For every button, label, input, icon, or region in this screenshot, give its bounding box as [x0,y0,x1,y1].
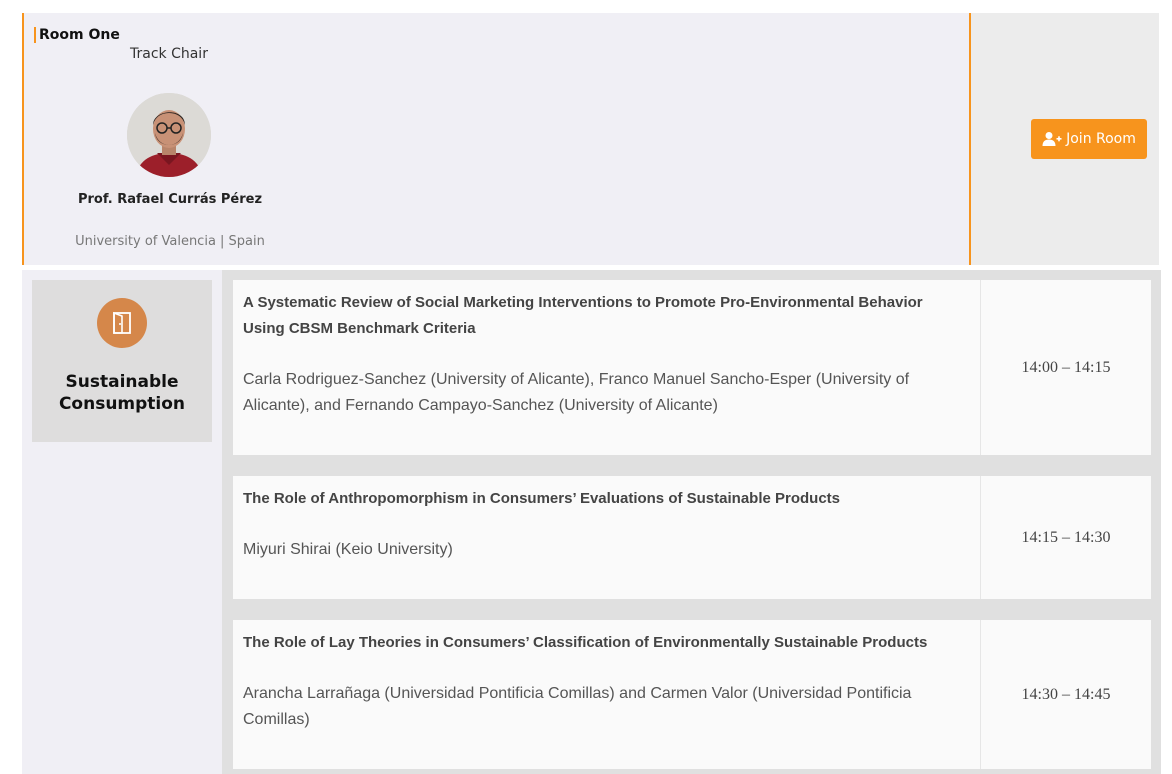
chair-affiliation: University of Valencia | Spain [75,234,265,249]
talk-item: The Role of Anthropomorphism in Consumer… [233,476,1151,599]
talk-time-cell: 14:30 – 14:45 [980,620,1151,769]
talk-item: The Role of Lay Theories in Consumers’ C… [233,620,1151,769]
talk-details: The Role of Anthropomorphism in Consumer… [233,476,979,599]
talk-title: A Systematic Review of Social Marketing … [243,294,923,337]
talk-details: The Role of Lay Theories in Consumers’ C… [233,620,979,769]
room-accent-bar [22,13,24,265]
door-exit-icon [113,311,131,334]
join-room-button[interactable]: Join Room [1031,119,1147,159]
track-chair-label: Track Chair [130,46,208,62]
session-sidebar: Sustainable Consumption [22,270,222,774]
talk-authors: Miyuri Shirai (Keio University) [243,541,453,558]
chair-name: Prof. Rafael Currás Pérez [77,192,263,207]
chair-avatar [127,93,211,177]
talk-time: 14:00 – 14:15 [1021,358,1111,376]
join-room-label: Join Room [1066,131,1136,147]
talk-title: The Role of Anthropomorphism in Consumer… [243,490,841,507]
user-plus-icon [1042,132,1062,146]
track-name: Sustainable Consumption [58,372,186,414]
talk-authors: Carla Rodriguez-Sanchez (University of A… [243,371,910,414]
talk-title: The Role of Lay Theories in Consumers’ C… [243,634,928,651]
room-title: Room One [34,27,120,43]
track-icon-badge [97,298,147,348]
track-card: Sustainable Consumption [32,280,212,442]
chair-portrait-icon [127,93,211,177]
talk-time: 14:30 – 14:45 [1021,685,1111,703]
talk-item: A Systematic Review of Social Marketing … [233,280,1151,455]
talk-details: A Systematic Review of Social Marketing … [233,280,979,455]
talk-authors: Arancha Larrañaga (Universidad Pontifici… [243,685,912,728]
talk-time: 14:15 – 14:30 [1021,528,1111,546]
talk-time-cell: 14:15 – 14:30 [980,476,1151,599]
talk-time-cell: 14:00 – 14:15 [980,280,1151,455]
session-block: Sustainable Consumption A Systematic Rev… [22,270,1161,774]
room-header: Room One Track Chair Prof. Rafael Currás… [22,13,1159,265]
